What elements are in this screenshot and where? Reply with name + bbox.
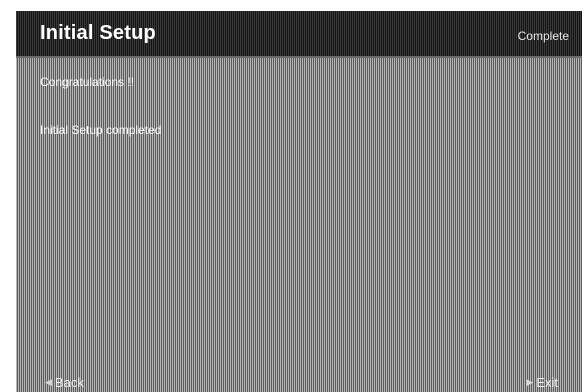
step-label: Complete [517, 29, 569, 43]
page-title: Initial Setup [40, 22, 156, 44]
back-button[interactable]: ◀ Back [42, 375, 84, 390]
left-triangle-icon: ◀ [45, 377, 52, 387]
congratulations-text: Congratulations !! [40, 75, 135, 89]
exit-label: Exit [536, 375, 558, 390]
exit-button[interactable]: ▶ Exit [523, 375, 558, 390]
back-label: Back [54, 375, 84, 390]
setup-completed-text: Initial Setup completed [40, 123, 162, 137]
setup-screen: Initial Setup Complete Congratulations !… [16, 11, 582, 392]
right-triangle-icon: ▶ [526, 377, 534, 387]
header-bar: Initial Setup Complete [16, 11, 582, 58]
